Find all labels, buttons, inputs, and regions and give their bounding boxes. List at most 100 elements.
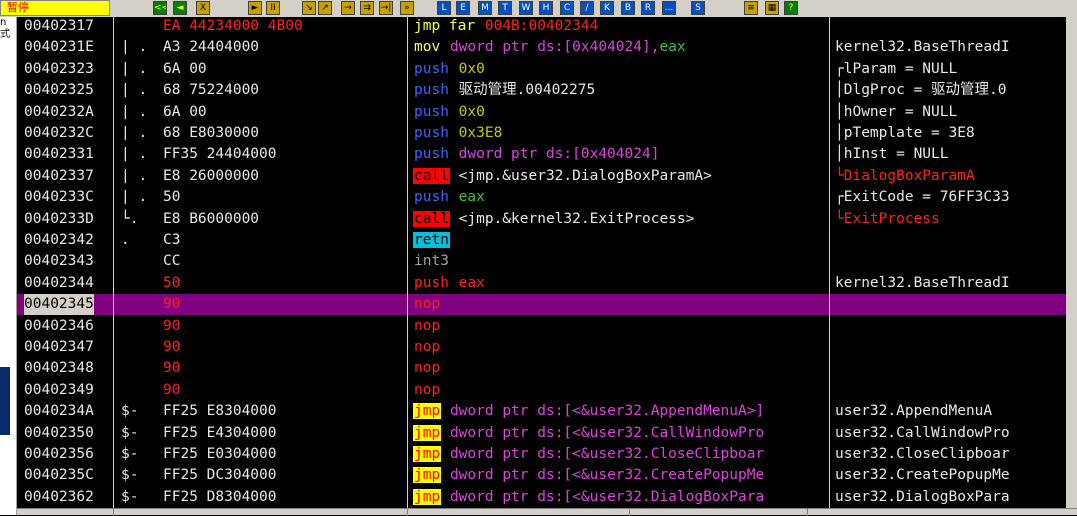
mnemonic: push <box>414 274 449 291</box>
hex-dump-cell: 50 <box>163 189 181 206</box>
code-line[interactable]: 0040231E | . A3 24404000 mov dword ptr ds:[… <box>17 37 1077 58</box>
code-line[interactable]: 0040235C $- FF25 DC304000 jmp dword ptr ds:… <box>17 465 1077 486</box>
address-cell: 00402346 <box>24 317 94 334</box>
code-line[interactable]: 00402348 90 nop <box>17 358 1077 379</box>
source-button[interactable]: S <box>691 1 705 15</box>
threads-icon: T <box>502 3 508 13</box>
go-to-button[interactable]: » <box>400 1 414 15</box>
code-line[interactable]: 0040232C | . 68 E8030000 push 0x3E8 │pTempla… <box>17 123 1077 144</box>
references-button[interactable]: R <box>641 1 655 15</box>
code-line[interactable]: 00402331 | . FF35 24404000 push dword ptr d… <box>17 144 1077 165</box>
pause-icon: II <box>270 3 276 13</box>
log-window-button[interactable]: L <box>437 1 451 15</box>
hex-dump-cell: CC <box>163 253 181 270</box>
code-line[interactable]: 00402362 $- FF25 D8304000 jmp dword ptr ds:… <box>17 487 1077 508</box>
references-icon: R <box>644 3 652 13</box>
comment-cell: │pTemplate = 3E8 <box>835 125 975 141</box>
selected-code-line[interactable]: 00402345 90 nop <box>17 294 1077 316</box>
operand: dword ptr ds:[<&user32.CreatePopupMe <box>449 467 765 484</box>
address-cell: 00402317 <box>24 18 94 34</box>
patches-button[interactable]: / <box>580 1 594 15</box>
operand: dword ptr ds:[<&user32.CloseClipboar <box>449 446 765 462</box>
memory-button[interactable]: M <box>478 1 492 15</box>
trace-into-button[interactable]: → <box>341 1 355 15</box>
mnemonic: retn <box>413 232 450 248</box>
execute-till-return-button[interactable]: →| <box>379 1 393 15</box>
pane-splitter[interactable] <box>17 508 1077 516</box>
jump-marker: | . <box>121 60 148 77</box>
address-cell: 0040234A <box>24 403 94 420</box>
code-line[interactable]: 00402350 $- FF25 E4304000 jmp dword ptr ds:… <box>17 423 1077 444</box>
toolbar: 暂停 << ◄ X ► II ↘ ↗ → ⇉ →| » L E M T W H C / K B R... S ≡ ▦? <box>0 0 1077 17</box>
options-button[interactable]: ≡ <box>744 1 758 15</box>
jump-marker: $- <box>121 403 139 420</box>
mnemonic: jmp <box>413 403 442 420</box>
address-cell: 0040231E <box>24 39 94 56</box>
help-button[interactable]: ? <box>784 1 798 15</box>
operand: dword ptr ds:[<&user32.CallWindowPro <box>449 424 765 441</box>
trace-over-button[interactable]: ⇉ <box>360 1 374 15</box>
vertical-scrollbar[interactable] <box>1066 17 1077 508</box>
call-stack-button[interactable]: K <box>600 1 614 15</box>
column-divider-hex[interactable] <box>407 17 408 508</box>
jump-marker: $- <box>121 424 139 441</box>
mnemonic: push <box>414 146 449 163</box>
run-trace-button[interactable]: ... <box>662 1 676 15</box>
comment-cell: ┌lParam = NULL <box>835 60 958 77</box>
code-line[interactable]: 00402356 $- FF25 E0304000 jmp dword ptr ds:… <box>17 444 1077 465</box>
breakpoints-button[interactable]: B <box>621 1 635 15</box>
hex-dump-cell: 90 <box>163 296 181 313</box>
column-divider-address[interactable] <box>113 17 114 508</box>
hex-dump-cell: FF25 E0304000 <box>163 446 277 462</box>
disassembly-cell: push 驱动管理.00402275 <box>413 80 595 101</box>
disassembly-cell: jmp dword ptr ds:[<&user32.AppendMenuA>] <box>413 401 764 422</box>
run-button[interactable]: ► <box>248 1 262 15</box>
hex-dump-cell: 90 <box>163 317 181 334</box>
cpu-button[interactable]: C <box>560 1 574 15</box>
options-icon: ≡ <box>747 3 755 13</box>
step-into-button[interactable]: ↘ <box>302 1 316 15</box>
handles-button[interactable]: H <box>539 1 553 15</box>
disassembly-pane[interactable]: 00402317 EA 44234000 4B00 jmp far 004B:004… <box>17 17 1077 508</box>
disassembly-cell: int3 <box>413 251 450 272</box>
left-window-strip: n 式 <box>0 17 17 515</box>
hex-dump-cell: 90 <box>163 360 181 377</box>
code-line[interactable]: 00402346 90 nop <box>17 316 1077 337</box>
help-icon: ? <box>788 3 794 13</box>
code-line[interactable]: 00402317 EA 44234000 4B00 jmp far 004B:004… <box>17 17 1077 37</box>
hex-dump-cell: 90 <box>163 381 181 398</box>
trace-into-icon: → <box>344 3 352 13</box>
code-line[interactable]: 0040234A $- FF25 E8304000 jmp dword ptr ds:… <box>17 401 1077 422</box>
run-trace-icon: ... <box>664 3 674 13</box>
code-line[interactable]: 00402344 50 push eax kernel32.BaseThreadI <box>17 273 1077 294</box>
operand: dword ptr ds:[0x404024] <box>458 146 660 163</box>
comment-cell: │hInst = NULL <box>835 146 949 163</box>
code-line[interactable]: 00402349 90 nop <box>17 380 1077 401</box>
step-over-button[interactable]: ↗ <box>318 1 332 15</box>
address-cell: 00402323 <box>24 60 94 77</box>
windows-list-button[interactable]: ▦ <box>765 1 779 15</box>
rewind-button[interactable]: << <box>153 1 167 15</box>
hex-dump-cell: FF25 E8304000 <box>163 403 277 420</box>
code-line[interactable]: 0040233C | . 50 push eax ┌ExitCode = 76FF3C3… <box>17 187 1077 208</box>
address-cell: 00402337 <box>24 167 94 184</box>
back-button[interactable]: ◄ <box>173 1 187 15</box>
close-button[interactable]: X <box>196 1 210 15</box>
column-divider-disasm[interactable] <box>829 17 830 508</box>
code-line[interactable]: 00402323 | . 6A 00 push 0x0 ┌lParam = NULL <box>17 59 1077 80</box>
pause-button[interactable]: II <box>266 1 280 15</box>
code-line[interactable]: 00402325 | . 68 75224000 push 驱动管理.00402275… <box>17 80 1077 101</box>
code-line[interactable]: 0040232A | . 6A 00 push 0x0 │hOwner = NULL <box>17 102 1077 123</box>
operand: eax <box>458 274 485 291</box>
hex-dump-cell: E8 26000000 <box>163 167 260 184</box>
threads-button[interactable]: T <box>498 1 512 15</box>
disassembly-cell: push 0x3E8 <box>413 123 502 144</box>
code-line[interactable]: 0040233D └. E8 B6000000 call <jmp.&kernel32… <box>17 209 1077 230</box>
code-line[interactable]: 00402337 | . E8 26000000 call <jmp.&user32.… <box>17 166 1077 187</box>
operand: 0x3E8 <box>458 125 503 141</box>
code-line[interactable]: 00402347 90 nop <box>17 337 1077 358</box>
executables-button[interactable]: E <box>456 1 470 15</box>
windows-button[interactable]: W <box>519 1 533 15</box>
code-line[interactable]: 00402343 CC int3 <box>17 251 1077 272</box>
code-line[interactable]: 00402342 . C3 retn <box>17 230 1077 251</box>
